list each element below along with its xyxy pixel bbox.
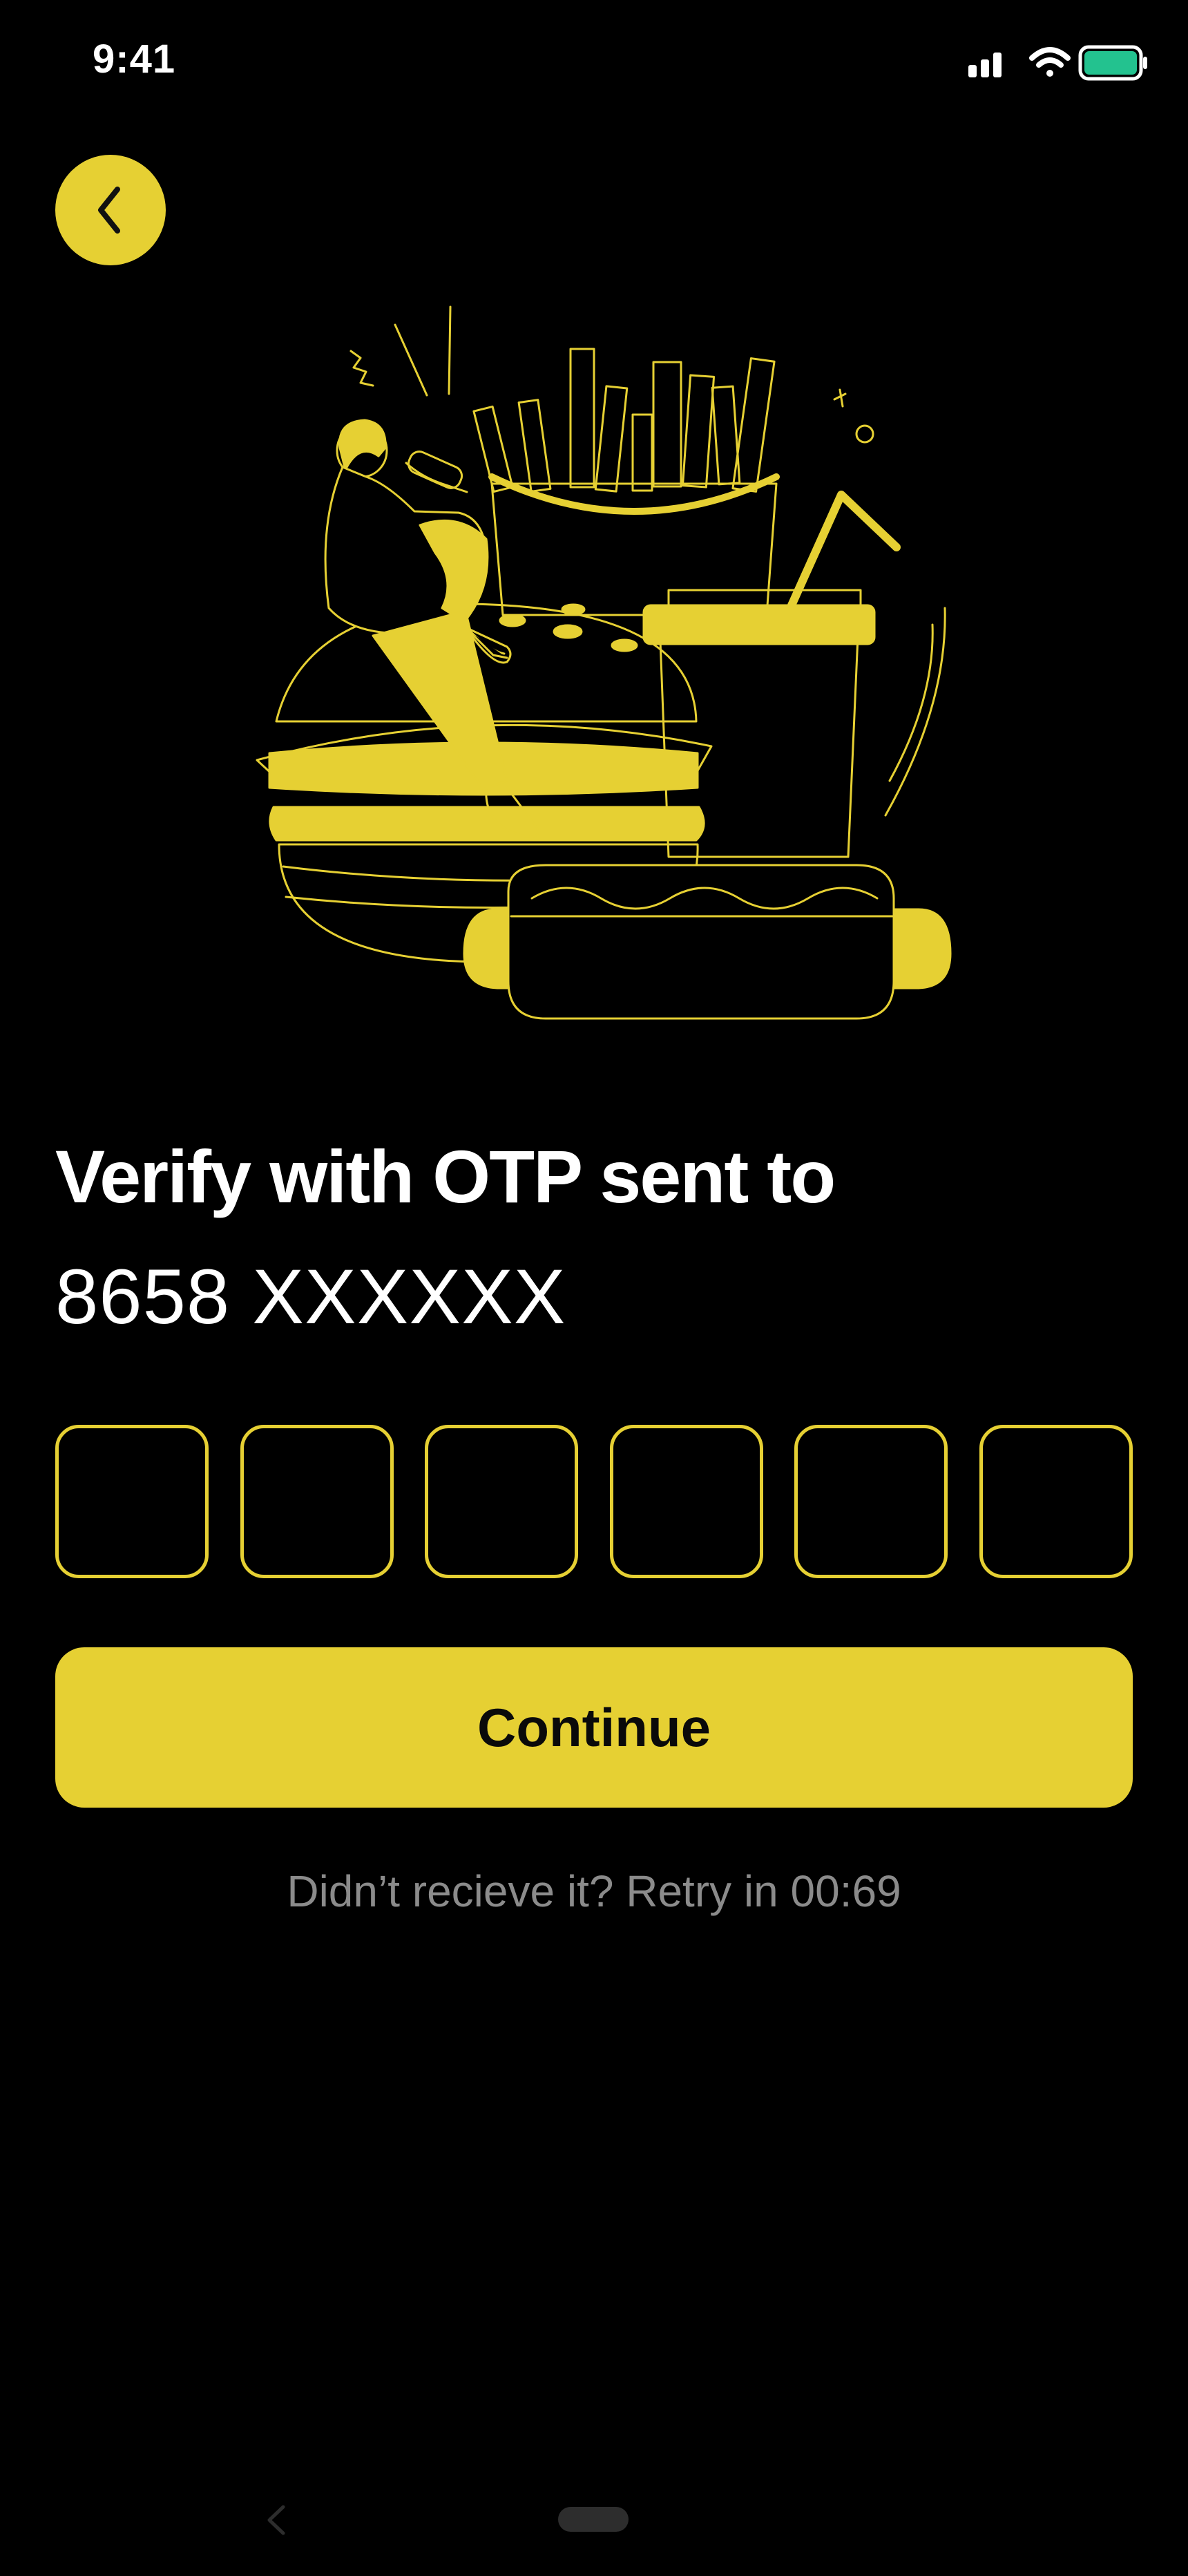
retry-countdown-text: Didn’t recieve it? Retry in 00:69: [287, 1866, 901, 1916]
continue-button-label: Continue: [477, 1696, 711, 1758]
nav-back-icon[interactable]: [264, 2504, 289, 2536]
otp-digit-4[interactable]: [609, 1425, 763, 1578]
home-indicator[interactable]: [558, 2507, 629, 2532]
otp-digit-3[interactable]: [425, 1425, 579, 1578]
battery-icon: [1078, 45, 1147, 81]
otp-digit-2[interactable]: [240, 1425, 394, 1578]
otp-digit-1[interactable]: [55, 1425, 209, 1578]
status-time: 9:41: [93, 37, 176, 82]
status-icons: [968, 41, 1148, 89]
chevron-left-icon: [98, 187, 120, 234]
otp-digit-6[interactable]: [979, 1425, 1133, 1578]
fast-food-illustration: [256, 305, 952, 1020]
otp-input-group: [55, 1425, 1133, 1581]
otp-digit-5[interactable]: [794, 1425, 948, 1578]
cellular-signal-icon: [968, 53, 1002, 77]
verify-heading: Verify with OTP sent to: [55, 1135, 836, 1218]
wifi-icon: [1029, 47, 1071, 77]
continue-button[interactable]: Continue: [55, 1647, 1133, 1808]
phone-number: 8658 XXXXXX: [55, 1253, 566, 1340]
back-button[interactable]: [55, 155, 166, 265]
